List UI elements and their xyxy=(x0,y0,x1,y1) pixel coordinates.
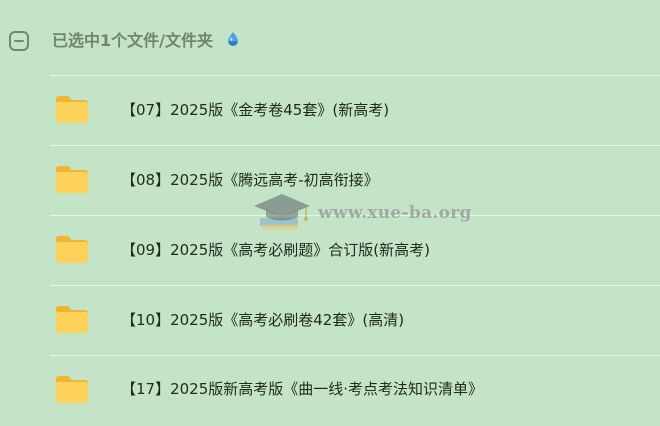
file-row-08[interactable]: 【08】2025版《腾远高考-初高衔接》 xyxy=(0,146,660,216)
file-row-09[interactable]: 【09】2025版《高考必刷题》合订版(新高考) xyxy=(0,216,660,286)
file-row-07[interactable]: 【07】2025版《金考卷45套》(新高考) xyxy=(0,76,660,146)
folder-icon xyxy=(56,96,88,123)
file-row-10[interactable]: 【10】2025版《高考必刷卷42套》(高清) xyxy=(0,286,660,356)
file-name[interactable]: 【08】2025版《腾远高考-初高衔接》 xyxy=(121,170,379,190)
file-name[interactable]: 【07】2025版《金考卷45套》(新高考) xyxy=(121,100,389,120)
folder-icon xyxy=(56,376,88,403)
file-list: 【07】2025版《金考卷45套》(新高考) 【08】2025版《腾远高考-初高… xyxy=(0,0,660,406)
folder-icon xyxy=(56,236,88,263)
file-name[interactable]: 【17】2025版新高考版《曲一线·考点考法知识清单》 xyxy=(121,379,483,399)
folder-icon xyxy=(56,166,88,193)
file-name[interactable]: 【10】2025版《高考必刷卷42套》(高清) xyxy=(121,310,404,330)
folder-icon xyxy=(56,306,88,333)
file-name[interactable]: 【09】2025版《高考必刷题》合订版(新高考) xyxy=(121,240,430,260)
file-row-17[interactable]: 【17】2025版新高考版《曲一线·考点考法知识清单》 xyxy=(0,356,660,426)
